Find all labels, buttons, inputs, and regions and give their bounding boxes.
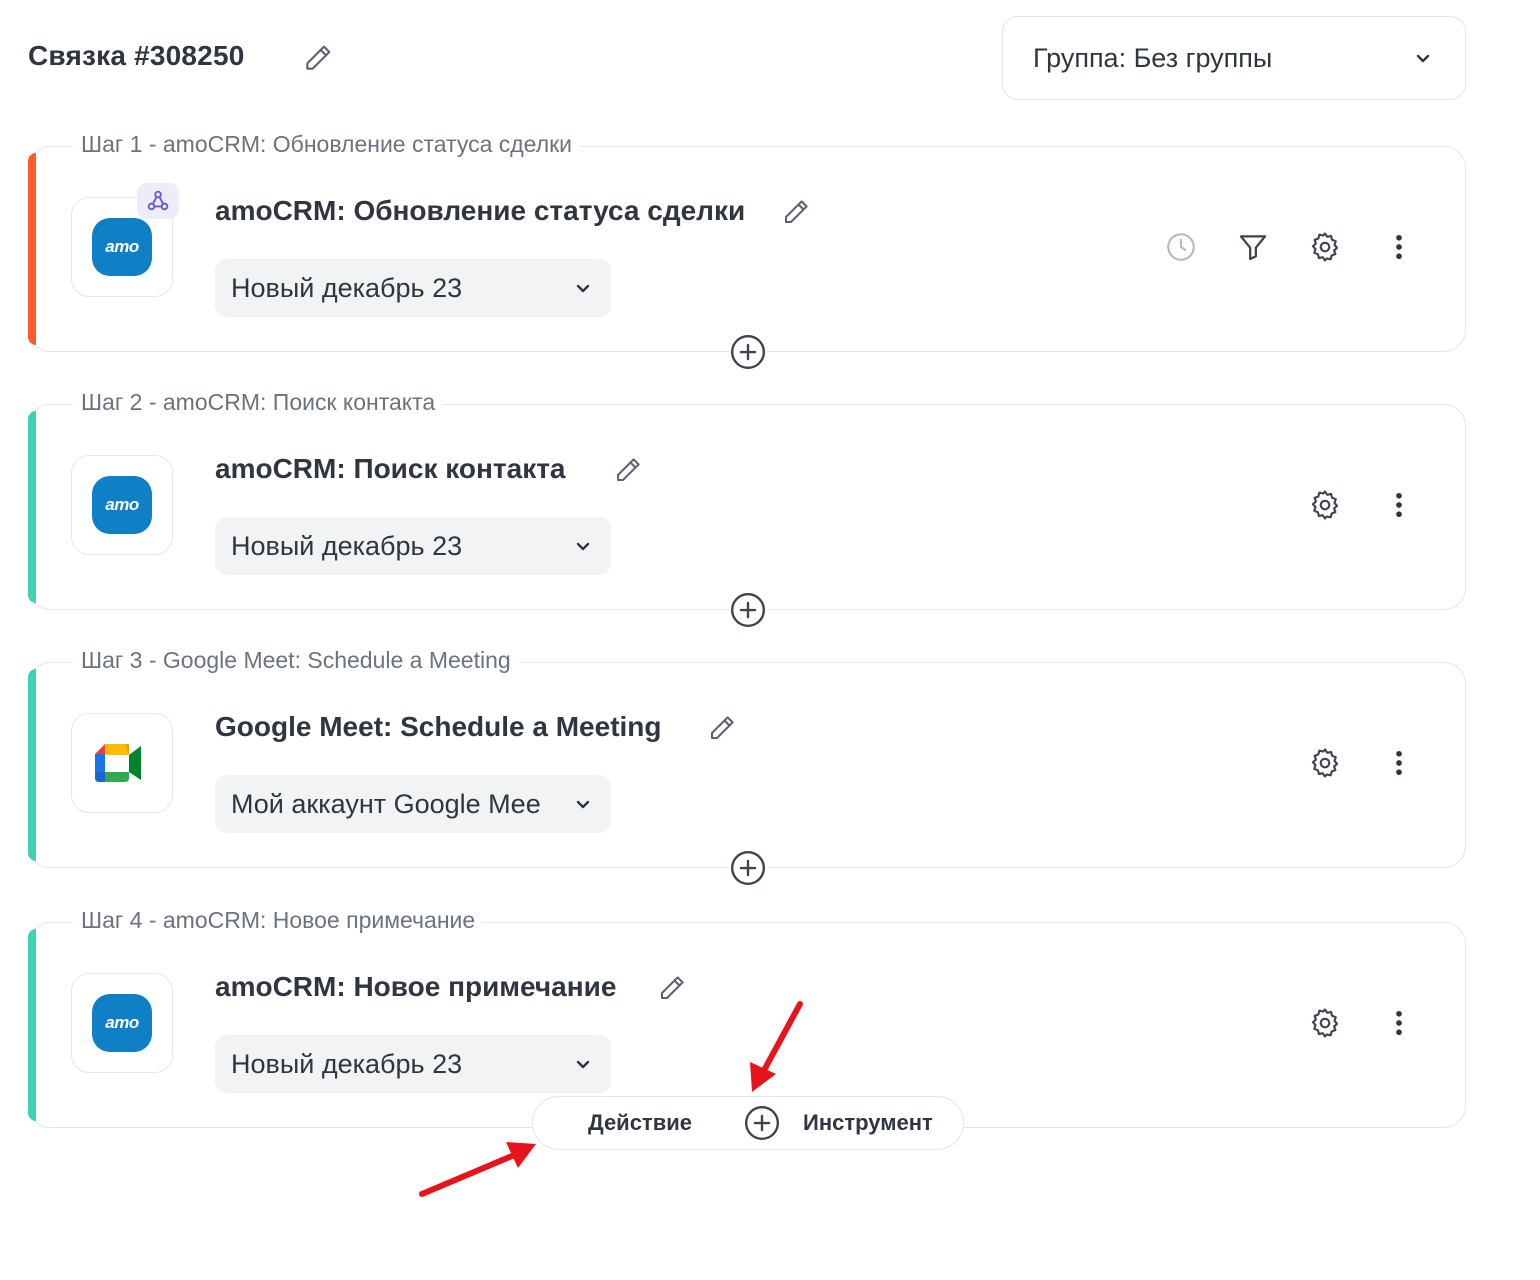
step-accent-bar	[27, 669, 36, 861]
google-meet-logo-icon	[95, 744, 141, 782]
step-legend: Шаг 3 - Google Meet: Schedule a Meeting	[73, 647, 519, 674]
chevron-down-icon	[576, 284, 590, 293]
group-select-value: Группа: Без группы	[1033, 42, 1273, 73]
gear-icon	[1311, 232, 1339, 262]
chevron-down-icon	[576, 542, 590, 551]
step-legend: Шаг 4 - amoCRM: Новое примечание	[73, 907, 484, 934]
filter-icon	[1239, 235, 1267, 261]
settings-button[interactable]	[1307, 1005, 1343, 1041]
step-actions	[1163, 229, 1417, 265]
clock-icon	[1167, 233, 1195, 261]
account-select[interactable]: Новый декабрь 23	[215, 1035, 611, 1093]
gear-icon	[1311, 1008, 1339, 1038]
chevron-down-icon	[1416, 54, 1430, 63]
plus-circle-icon	[744, 1105, 780, 1141]
pencil-icon	[785, 200, 808, 223]
account-select[interactable]: Мой аккаунт Google Mee	[215, 775, 611, 833]
step-title: Google Meet: Schedule a Meeting	[215, 711, 662, 742]
amocrm-logo-icon: amo	[92, 218, 152, 276]
chevron-down-icon	[576, 1060, 590, 1069]
bundle-header: Связка #308250 Группа: Без группы	[0, 0, 1540, 120]
step-accent-bar	[27, 411, 36, 603]
account-select[interactable]: Новый декабрь 23	[215, 259, 611, 317]
step-actions	[1307, 1005, 1417, 1041]
step-accent-bar	[27, 929, 36, 1121]
pencil-icon	[306, 45, 331, 70]
step-card-2: Шаг 2 - amoCRM: Поиск контакта amo amoCR…	[27, 389, 1466, 629]
amocrm-logo-icon: amo	[92, 994, 152, 1052]
gear-icon	[1311, 490, 1339, 520]
pencil-icon	[711, 716, 734, 739]
step-legend: Шаг 1 - amoCRM: Обновление статуса сделк…	[73, 131, 581, 158]
account-select-value: Новый декабрь 23	[231, 1048, 463, 1079]
webhook-icon	[147, 190, 169, 211]
annotation-arrow-down	[750, 1001, 803, 1092]
chevron-down-icon	[576, 800, 590, 809]
more-vertical-icon	[1396, 492, 1402, 518]
step-accent-bar	[27, 153, 36, 345]
account-select-value: Новый декабрь 23	[231, 272, 463, 303]
step-title: amoCRM: Обновление статуса сделки	[215, 195, 746, 226]
step-title: amoCRM: Поиск контакта	[215, 453, 566, 484]
add-step-button[interactable]	[729, 333, 767, 371]
pencil-icon	[617, 458, 640, 481]
more-vertical-icon	[1396, 750, 1402, 776]
step-actions	[1307, 745, 1417, 781]
more-vertical-icon	[1396, 1010, 1402, 1036]
edit-step-title-button[interactable]	[707, 713, 737, 743]
step-card-3: Шаг 3 - Google Meet: Schedule a Meeting …	[27, 647, 1466, 887]
app-logo-box: amo	[71, 455, 173, 555]
amocrm-logo-icon: amo	[92, 476, 152, 534]
plus-circle-icon	[730, 850, 766, 886]
account-select-value: Мой аккаунт Google Mee	[231, 788, 541, 819]
step-title: amoCRM: Новое примечание	[215, 971, 617, 1002]
settings-button[interactable]	[1307, 745, 1343, 781]
annotation-arrow-right	[419, 1142, 536, 1197]
edit-bundle-title-button[interactable]	[302, 42, 334, 74]
more-options-button[interactable]	[1381, 487, 1417, 523]
more-options-button[interactable]	[1381, 1005, 1417, 1041]
step-actions	[1307, 487, 1417, 523]
add-step-button[interactable]	[729, 849, 767, 887]
edit-step-title-button[interactable]	[781, 197, 811, 227]
account-select[interactable]: Новый декабрь 23	[215, 517, 611, 575]
edit-step-title-button[interactable]	[657, 973, 687, 1003]
app-logo-box: amo	[71, 973, 173, 1073]
add-action-button[interactable]: Действие	[551, 1110, 729, 1136]
account-select-value: Новый декабрь 23	[231, 530, 463, 561]
bundle-title: Связка #308250	[28, 40, 245, 71]
plus-circle-icon	[730, 334, 766, 370]
gear-icon	[1311, 748, 1339, 778]
schedule-button[interactable]	[1163, 229, 1199, 265]
app-logo-box	[71, 713, 173, 813]
more-options-button[interactable]	[1381, 229, 1417, 265]
add-step-button[interactable]	[729, 591, 767, 629]
add-step-button[interactable]	[743, 1104, 781, 1142]
step-card-1: Шаг 1 - amoCRM: Обновление статуса сделк…	[27, 131, 1466, 371]
pencil-icon	[661, 976, 684, 999]
edit-step-title-button[interactable]	[613, 455, 643, 485]
more-vertical-icon	[1396, 234, 1402, 260]
add-step-menu: Действие Инструмент	[532, 1096, 964, 1150]
more-options-button[interactable]	[1381, 745, 1417, 781]
filter-button[interactable]	[1235, 229, 1271, 265]
settings-button[interactable]	[1307, 487, 1343, 523]
add-tool-button[interactable]: Инструмент	[803, 1110, 933, 1136]
group-select[interactable]: Группа: Без группы	[1002, 16, 1466, 100]
plus-circle-icon	[730, 592, 766, 628]
settings-button[interactable]	[1307, 229, 1343, 265]
webhook-badge	[137, 183, 179, 219]
step-legend: Шаг 2 - amoCRM: Поиск контакта	[73, 389, 444, 416]
